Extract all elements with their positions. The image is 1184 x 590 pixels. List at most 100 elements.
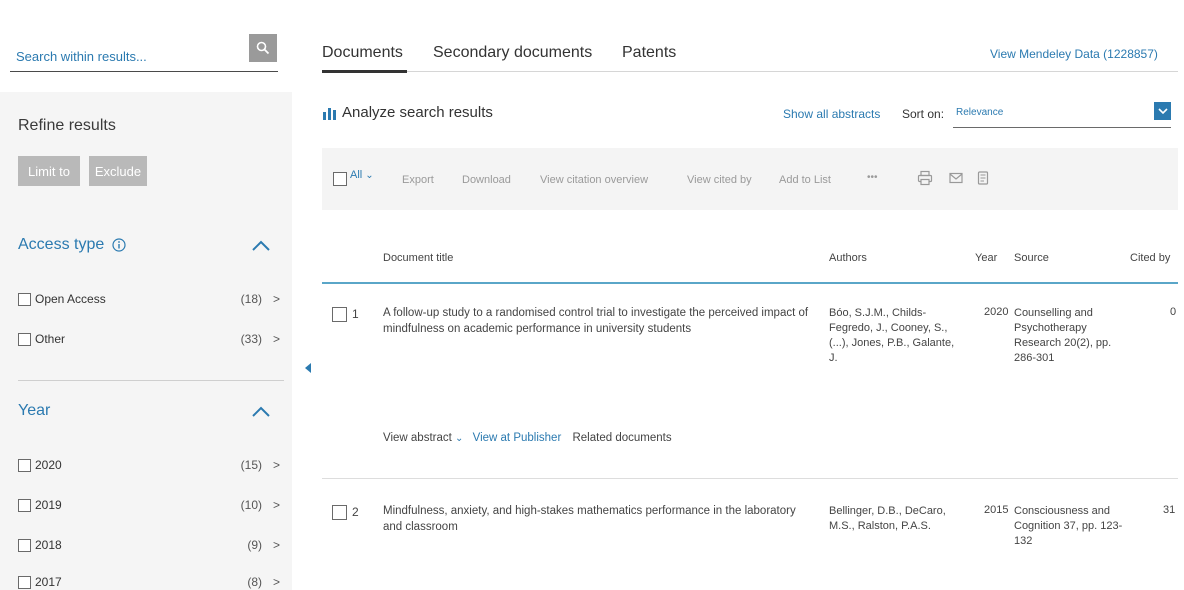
facet-year-2018[interactable]: 2018 (9) >: [18, 535, 284, 555]
view-abstract-link[interactable]: View abstract ⌄: [383, 432, 463, 444]
year-label: Year: [18, 402, 51, 419]
search-icon: [256, 41, 270, 55]
view-mendeley-data-link[interactable]: View Mendeley Data (1228857): [990, 47, 1158, 61]
row-links: View abstract ⌄ View at Publisher Relate…: [383, 432, 672, 444]
select-all-dropdown[interactable]: All ⌄: [350, 169, 374, 181]
facet-count: (15): [240, 458, 262, 472]
chevron-up-icon[interactable]: [250, 404, 272, 420]
view-at-publisher-link[interactable]: View at Publisher: [473, 432, 562, 444]
more-options-button[interactable]: •••: [867, 172, 878, 183]
column-header-cited-by[interactable]: Cited by: [1130, 252, 1170, 264]
tab-patents[interactable]: Patents: [622, 44, 676, 62]
facet-open-access[interactable]: Open Access (18) >: [18, 289, 284, 309]
facet-year-2019[interactable]: 2019 (10) >: [18, 495, 284, 515]
tabs-divider: [322, 71, 1178, 72]
document-title-link[interactable]: Mindfulness, anxiety, and high-stakes ma…: [383, 503, 813, 535]
facet-year-2017[interactable]: 2017 (8) >: [18, 572, 284, 590]
select-all-checkbox[interactable]: [333, 172, 347, 186]
source-cell[interactable]: Consciousness and Cognition 37, pp. 123-…: [1014, 504, 1124, 549]
cited-by-count[interactable]: 0: [1170, 306, 1176, 318]
chevron-right-icon[interactable]: >: [273, 458, 280, 472]
tab-documents[interactable]: Documents: [322, 44, 403, 62]
show-all-abstracts-link[interactable]: Show all abstracts: [783, 107, 880, 121]
checkbox[interactable]: [18, 538, 31, 552]
access-type-facet-header[interactable]: Access type: [18, 236, 126, 254]
facet-count: (18): [240, 292, 262, 306]
chevron-right-icon[interactable]: >: [273, 332, 280, 346]
bibliography-icon[interactable]: [975, 170, 991, 186]
related-documents-link[interactable]: Related documents: [572, 432, 671, 444]
collapse-sidebar-icon[interactable]: [303, 362, 313, 374]
table-header-rule: [322, 282, 1178, 284]
column-header-authors[interactable]: Authors: [829, 252, 867, 264]
row-checkbox[interactable]: [332, 505, 347, 520]
checkbox[interactable]: [18, 575, 31, 589]
access-type-label: Access type: [18, 236, 105, 253]
cited-by-count[interactable]: 31: [1163, 504, 1175, 516]
column-header-source[interactable]: Source: [1014, 252, 1049, 264]
facet-count: (9): [247, 538, 262, 552]
facet-count: (10): [240, 498, 262, 512]
facet-label: Other: [35, 332, 66, 346]
view-citation-overview-button[interactable]: View citation overview: [540, 174, 648, 186]
authors-cell[interactable]: Bóo, S.J.M., Childs-Fegredo, J., Cooney,…: [829, 306, 959, 366]
facet-label: 2017: [35, 575, 62, 589]
facet-label: Open Access: [35, 292, 106, 306]
add-to-list-button[interactable]: Add to List: [779, 174, 831, 186]
checkbox[interactable]: [18, 292, 31, 306]
search-area: [0, 0, 292, 92]
row-divider: [322, 478, 1178, 479]
chevron-down-icon: ⌄: [455, 433, 464, 444]
year-cell: 2020: [984, 306, 1009, 318]
authors-cell[interactable]: Bellinger, D.B., DeCaro, M.S., Ralston, …: [829, 504, 959, 534]
document-title-link[interactable]: A follow-up study to a randomised contro…: [383, 305, 813, 337]
info-icon[interactable]: [112, 238, 126, 252]
chevron-down-icon: [1157, 108, 1168, 115]
source-cell[interactable]: Counselling and Psychotherapy Research 2…: [1014, 306, 1124, 366]
checkbox[interactable]: [18, 332, 31, 346]
print-icon[interactable]: [917, 170, 933, 186]
chevron-up-icon[interactable]: [250, 238, 272, 254]
year-cell: 2015: [984, 504, 1009, 516]
exclude-button[interactable]: Exclude: [89, 156, 147, 186]
view-cited-by-button[interactable]: View cited by: [687, 174, 752, 186]
column-header-document-title[interactable]: Document title: [383, 252, 453, 264]
year-facet-header[interactable]: Year: [18, 402, 50, 420]
row-number: 1: [352, 307, 359, 321]
search-button[interactable]: [249, 34, 277, 62]
facet-count: (33): [240, 332, 262, 346]
checkbox[interactable]: [18, 458, 31, 472]
email-icon[interactable]: [948, 170, 964, 186]
sidebar: Refine results Limit to Exclude Access t…: [0, 0, 292, 590]
dropdown-button[interactable]: [1154, 102, 1171, 120]
export-button[interactable]: Export: [402, 174, 434, 186]
chevron-right-icon[interactable]: >: [273, 575, 280, 589]
chevron-down-icon: ⌄: [365, 170, 374, 181]
analyze-label: Analyze search results: [342, 104, 493, 121]
sort-select[interactable]: Relevance: [953, 102, 1171, 128]
facet-label: 2018: [35, 538, 62, 552]
results-toolbar: Export Download View citation overview V…: [322, 148, 1178, 210]
sort-label: Sort on:: [902, 107, 945, 121]
analyze-search-results-link[interactable]: Analyze search results: [322, 104, 493, 121]
facet-divider: [18, 380, 284, 381]
search-within-results-input[interactable]: [10, 42, 278, 72]
limit-to-button[interactable]: Limit to: [18, 156, 80, 186]
row-checkbox[interactable]: [332, 307, 347, 322]
facet-year-2020[interactable]: 2020 (15) >: [18, 455, 284, 475]
column-header-year[interactable]: Year: [975, 252, 997, 264]
facet-other[interactable]: Other (33) >: [18, 329, 284, 349]
active-tab-indicator: [322, 70, 407, 73]
chevron-right-icon[interactable]: >: [273, 538, 280, 552]
chevron-right-icon[interactable]: >: [273, 498, 280, 512]
checkbox[interactable]: [18, 498, 31, 512]
facet-count: (8): [247, 575, 262, 589]
tab-secondary-documents[interactable]: Secondary documents: [433, 44, 592, 62]
chevron-right-icon[interactable]: >: [273, 292, 280, 306]
facet-label: 2019: [35, 498, 62, 512]
download-button[interactable]: Download: [462, 174, 511, 186]
view-abstract-label: View abstract: [383, 432, 452, 444]
all-label: All: [350, 169, 363, 181]
bar-chart-icon: [323, 107, 336, 120]
row-number: 2: [352, 505, 359, 519]
